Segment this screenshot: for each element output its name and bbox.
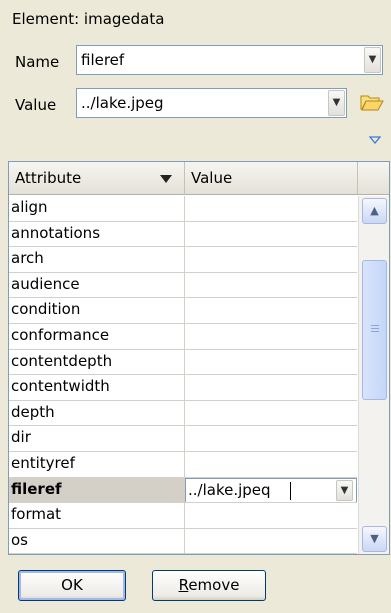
attribute-name-cell[interactable]: format [9, 503, 185, 529]
attribute-name-cell[interactable]: annotations [9, 221, 185, 248]
attribute-name-cell[interactable]: arch [9, 247, 185, 273]
ok-button[interactable]: OK [18, 570, 126, 601]
value-combobox[interactable]: ../lake.jpeg ▼ [76, 88, 347, 118]
table-row[interactable]: conformance [9, 323, 357, 350]
attribute-value-cell[interactable] [185, 375, 357, 401]
chevron-down-icon[interactable]: ▼ [336, 479, 353, 501]
text-caret [290, 481, 291, 500]
attribute-value-cell[interactable]: ../lake.jpeq ▼ [185, 477, 357, 504]
name-combobox-value: fileref [81, 51, 125, 69]
value-editor-combobox[interactable]: ../lake.jpeq ▼ [185, 477, 357, 503]
table-row[interactable]: depth [9, 400, 357, 427]
attributes-table: Attribute Value align annotations arch audi… [8, 161, 390, 555]
remove-button-mnemonic: R [178, 576, 189, 594]
vertical-scrollbar[interactable]: ▲ ▼ [358, 196, 389, 554]
name-combobox[interactable]: fileref ▼ [76, 45, 383, 75]
name-label: Name [15, 53, 60, 71]
chevron-up-icon[interactable]: ▲ [362, 198, 387, 224]
sort-desc-icon [160, 175, 172, 183]
attribute-name-cell[interactable]: contentdepth [9, 349, 185, 376]
attribute-name-cell[interactable]: conformance [9, 323, 185, 350]
table-row[interactable]: contentwidth [9, 375, 357, 401]
attribute-value-cell[interactable] [185, 503, 357, 529]
attribute-name-cell[interactable]: os [9, 528, 185, 555]
header-corner [357, 162, 389, 195]
attribute-name-cell[interactable]: depth [9, 400, 185, 427]
attribute-name-cell[interactable]: audience [9, 272, 185, 299]
attribute-value-cell[interactable] [185, 298, 357, 324]
table-row[interactable]: format [9, 503, 357, 529]
attribute-name-cell[interactable]: entityref [9, 451, 185, 478]
element-title: Element: imagedata [12, 10, 165, 28]
attribute-name-cell[interactable]: dir [9, 426, 185, 452]
attribute-name-cell[interactable]: contentwidth [9, 375, 185, 401]
attribute-value-cell[interactable] [185, 196, 357, 222]
column-header-value[interactable]: Value [185, 162, 357, 195]
table-row[interactable]: entityref [9, 451, 357, 478]
remove-button-label: emove [188, 576, 240, 594]
triangle-down-icon[interactable] [369, 136, 381, 144]
attribute-value-cell[interactable] [185, 273, 357, 299]
value-label: Value [15, 96, 57, 114]
table-header: Attribute Value [9, 162, 357, 195]
attribute-name-cell[interactable]: align [9, 196, 185, 222]
table-row[interactable]: dir [9, 426, 357, 452]
column-header-attribute[interactable]: Attribute [9, 162, 185, 195]
table-row[interactable]: arch [9, 247, 357, 273]
table-row[interactable]: align [9, 196, 357, 222]
remove-button[interactable]: Remove [152, 570, 266, 601]
table-row[interactable]: condition [9, 298, 357, 324]
table-row[interactable]: os [9, 528, 357, 555]
attribute-value-cell[interactable] [185, 452, 357, 478]
attribute-value-cell[interactable] [185, 350, 357, 376]
column-header-attribute-label: Attribute [15, 169, 82, 187]
attribute-value-cell[interactable] [185, 222, 357, 248]
attribute-name-cell[interactable]: condition [9, 298, 185, 324]
scrollbar-thumb[interactable] [362, 260, 387, 400]
attribute-value-cell[interactable] [185, 529, 357, 555]
chevron-down-icon[interactable]: ▼ [362, 526, 387, 552]
chevron-down-icon[interactable]: ▼ [364, 47, 381, 73]
table-row[interactable]: fileref ../lake.jpeq ▼ [9, 477, 357, 504]
grip-icon [371, 325, 379, 333]
chevron-down-icon[interactable]: ▼ [328, 90, 345, 116]
attribute-value-cell[interactable] [185, 401, 357, 427]
attribute-name-cell[interactable]: fileref [9, 477, 185, 504]
value-combobox-value: ../lake.jpeg [81, 94, 164, 112]
table-row[interactable]: annotations [9, 221, 357, 248]
table-body: align annotations arch audience condition con… [9, 196, 357, 555]
table-row[interactable]: contentdepth [9, 349, 357, 376]
value-editor-text: ../lake.jpeq [188, 480, 271, 499]
table-row[interactable]: audience [9, 272, 357, 299]
attribute-value-cell[interactable] [185, 247, 357, 273]
attribute-value-cell[interactable] [185, 324, 357, 350]
attribute-value-cell[interactable] [185, 426, 357, 452]
folder-open-icon[interactable] [360, 92, 384, 112]
column-header-value-label: Value [191, 169, 233, 187]
